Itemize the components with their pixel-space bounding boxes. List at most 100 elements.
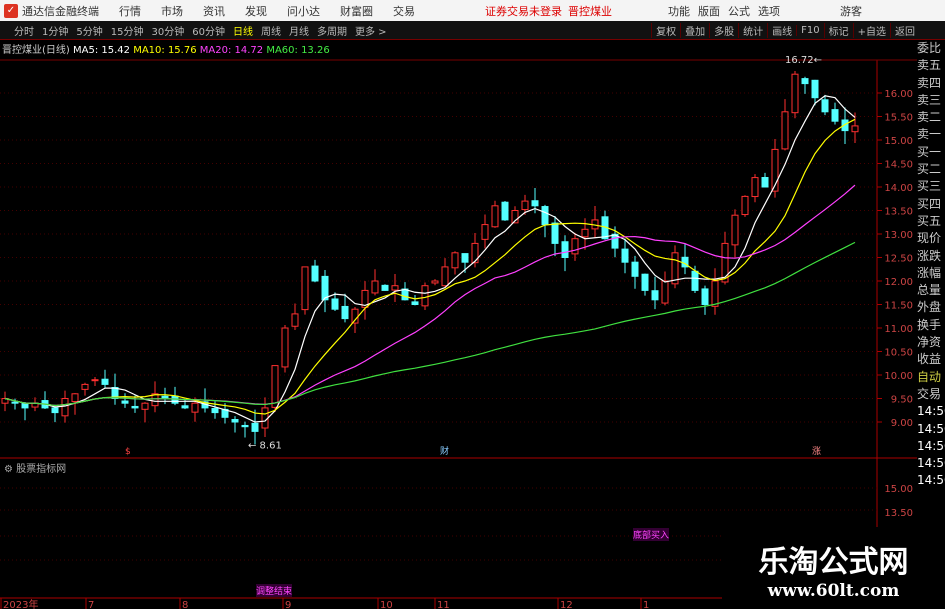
x-tick-label: 1 <box>643 600 649 609</box>
candle-up <box>431 280 439 284</box>
menu-function[interactable]: 功能 <box>668 3 690 19</box>
price-tick-label: 14.50 <box>884 160 913 171</box>
btn-back[interactable]: 返回 <box>890 22 915 38</box>
price-tick-label: 14.00 <box>884 183 913 194</box>
btn-stats[interactable]: 统计 <box>738 22 763 38</box>
menu-wealth[interactable]: 财富圈 <box>340 3 373 19</box>
side-item[interactable]: 卖二 <box>917 109 945 126</box>
candle-down <box>531 200 539 207</box>
btn-adjust[interactable]: 复权 <box>651 22 676 38</box>
side-item[interactable]: 卖四 <box>917 75 945 92</box>
btn-draw[interactable]: 画线 <box>767 22 792 38</box>
period-more[interactable]: 更多 > <box>355 23 387 38</box>
ma20-line <box>4 184 856 407</box>
period-month[interactable]: 月线 <box>289 23 309 38</box>
x-tick-label: 7 <box>88 600 94 609</box>
menu-options[interactable]: 选项 <box>758 3 780 19</box>
side-item[interactable]: 现价 <box>917 230 945 247</box>
login-notice[interactable]: 证券交易未登录 <box>485 3 562 19</box>
side-item[interactable]: 14:50 <box>917 455 945 472</box>
period-30m[interactable]: 30分钟 <box>151 23 184 38</box>
side-item[interactable]: 换手 <box>917 317 945 334</box>
side-item[interactable]: 外盘 <box>917 299 945 316</box>
period-1m[interactable]: 1分钟 <box>42 23 68 38</box>
menu-layout[interactable]: 版面 <box>698 3 720 19</box>
candle-up <box>571 238 579 255</box>
watermark: 乐淘公式网 www.60lt.com <box>722 527 945 609</box>
candle-down <box>821 99 829 113</box>
btn-multi-stock[interactable]: 多股 <box>709 22 734 38</box>
period-multi[interactable]: 多周期 <box>317 23 347 38</box>
price-tick-label: 12.50 <box>884 254 913 265</box>
side-item[interactable]: 涨幅 <box>917 265 945 282</box>
user-label[interactable]: 游客 <box>840 3 862 19</box>
quote-side-panel: 委比 卖五 卖四 卖三 卖二 卖一 买一 买二 买三 买四 买五 现价 涨跌 涨幅 总量 外盘 换手 净资 收益 自动… <box>917 40 945 490</box>
side-item[interactable]: 卖五 <box>917 57 945 74</box>
candle-up <box>91 379 99 382</box>
side-item[interactable]: 14:50 <box>917 403 945 420</box>
candle-down <box>131 405 139 409</box>
menu-market[interactable]: 市场 <box>161 3 183 19</box>
low-price-label: ← 8.61 <box>248 440 282 451</box>
candle-up <box>731 214 739 246</box>
period-day[interactable]: 日线 <box>233 23 253 38</box>
candle-down <box>541 206 549 226</box>
side-item[interactable]: 自动 <box>917 369 945 386</box>
period-week[interactable]: 周线 <box>261 23 281 38</box>
candle-up <box>481 224 489 240</box>
menu-discover[interactable]: 发现 <box>245 3 267 19</box>
candle-down <box>461 253 469 263</box>
candle-down <box>21 402 29 409</box>
period-60m[interactable]: 60分钟 <box>192 23 225 38</box>
candle-down <box>501 201 509 221</box>
candle-down <box>241 424 249 428</box>
btn-overlay[interactable]: 叠加 <box>680 22 705 38</box>
menu-ask[interactable]: 问小达 <box>287 3 320 19</box>
side-item[interactable]: 收益 <box>917 351 945 368</box>
period-15m[interactable]: 15分钟 <box>111 23 144 38</box>
x-tick-label: 9 <box>285 600 291 609</box>
side-item[interactable]: 买一 <box>917 144 945 161</box>
menu-trade[interactable]: 交易 <box>393 3 415 19</box>
side-item[interactable]: 买五 <box>917 213 945 230</box>
menu-news[interactable]: 资讯 <box>203 3 225 19</box>
candle-up <box>261 407 269 429</box>
price-tick-label: 9.50 <box>891 395 913 406</box>
candle-up <box>391 285 399 291</box>
side-item[interactable]: 交易 <box>917 386 945 403</box>
candle-up <box>581 228 589 238</box>
side-item[interactable]: 涨跌 <box>917 248 945 265</box>
candle-down <box>331 298 339 310</box>
btn-add-watch[interactable]: +自选 <box>852 22 886 38</box>
candle-up <box>451 252 459 269</box>
side-item[interactable]: 买二 <box>917 161 945 178</box>
side-item[interactable]: 14:50 <box>917 472 945 489</box>
side-item[interactable]: 买三 <box>917 178 945 195</box>
btn-mark[interactable]: 标记 <box>823 22 849 38</box>
btn-f10[interactable]: F10 <box>796 24 820 36</box>
app-logo-icon: ✓ <box>4 3 18 18</box>
menu-quotes[interactable]: 行情 <box>119 3 141 19</box>
side-item[interactable]: 总量 <box>917 282 945 299</box>
candle-down <box>701 288 709 306</box>
side-item[interactable]: 委比 <box>917 40 945 57</box>
candle-up <box>741 195 749 216</box>
candle-up <box>141 402 149 410</box>
candle-down <box>411 301 419 305</box>
candle-down <box>51 407 59 414</box>
candle-down <box>11 401 19 404</box>
side-item[interactable]: 14:50 <box>917 438 945 455</box>
event-marker: $ <box>125 447 131 457</box>
period-minute[interactable]: 分时 <box>14 23 34 38</box>
menu-formula[interactable]: 公式 <box>728 3 750 19</box>
kline-chart[interactable]: 16.00 15.50 15.00 14.50 14.00 13.50 13.00 12.50… <box>0 40 917 609</box>
candle-up <box>661 280 669 304</box>
period-5m[interactable]: 5分钟 <box>76 23 102 38</box>
side-item[interactable]: 卖一 <box>917 126 945 143</box>
side-item[interactable]: 14:50 <box>917 421 945 438</box>
side-item[interactable]: 卖三 <box>917 92 945 109</box>
price-tick-label: 15.00 <box>884 136 913 147</box>
candle-up <box>751 177 759 198</box>
side-item[interactable]: 净资 <box>917 334 945 351</box>
side-item[interactable]: 买四 <box>917 196 945 213</box>
